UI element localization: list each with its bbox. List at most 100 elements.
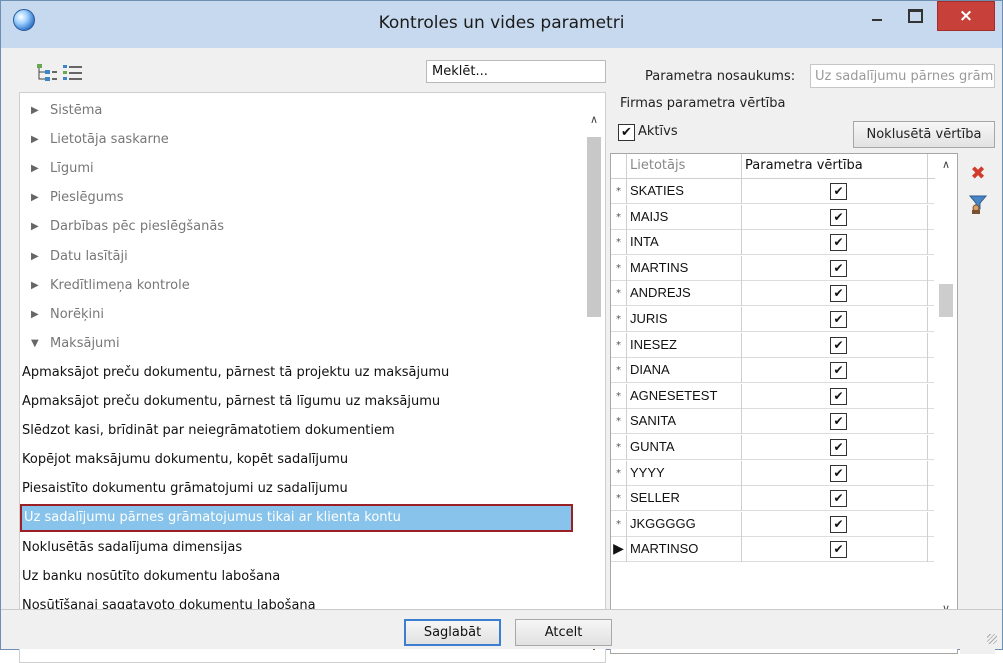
new-row-marker-icon[interactable]: * xyxy=(611,255,627,281)
new-row-marker-icon[interactable]: * xyxy=(611,511,627,537)
grid-cell-user[interactable]: JURIS xyxy=(628,307,742,332)
value-checkbox[interactable]: ✔ xyxy=(830,183,847,200)
list-view-icon[interactable] xyxy=(61,62,85,84)
scroll-thumb[interactable] xyxy=(587,137,601,317)
collapsed-arrow-icon[interactable]: ▶ xyxy=(31,155,39,183)
tree-vertical-scrollbar[interactable]: ∧ ∨ xyxy=(583,93,605,662)
active-checkbox[interactable]: ✔ xyxy=(618,124,635,141)
grid-cell-user[interactable]: MARTINSO xyxy=(628,537,742,563)
grid-cell-value[interactable]: ✔ xyxy=(743,179,928,204)
new-row-marker-icon[interactable]: * xyxy=(611,281,627,307)
new-row-marker-icon[interactable]: * xyxy=(611,332,627,358)
collapsed-arrow-icon[interactable]: ▶ xyxy=(31,272,39,300)
close-button[interactable]: × xyxy=(937,1,995,31)
value-checkbox[interactable]: ✔ xyxy=(830,413,847,431)
new-row-marker-icon[interactable]: * xyxy=(611,358,627,384)
grid-cell-user[interactable]: GUNTA xyxy=(628,435,742,460)
value-checkbox[interactable]: ✔ xyxy=(830,259,847,277)
maximize-button[interactable] xyxy=(899,1,929,31)
grid-cell-value[interactable]: ✔ xyxy=(743,409,928,435)
tree-group-item[interactable]: ▶ Kredītlimeņa kontrole xyxy=(20,272,575,300)
value-checkbox[interactable]: ✔ xyxy=(830,464,847,482)
grid-cell-user[interactable]: SELLER xyxy=(628,486,742,512)
value-checkbox[interactable]: ✔ xyxy=(830,234,847,252)
value-checkbox[interactable]: ✔ xyxy=(830,311,847,328)
grid-scroll-thumb[interactable] xyxy=(939,284,953,317)
save-button[interactable]: Saglabāt xyxy=(404,619,501,646)
new-row-marker-icon[interactable]: * xyxy=(611,435,627,460)
grid-cell-value[interactable]: ✔ xyxy=(743,486,928,512)
grid-cell-user[interactable]: YYYY xyxy=(628,460,742,486)
collapsed-arrow-icon[interactable]: ▶ xyxy=(31,184,39,212)
tree-leaf-item[interactable]: Piesaistīto dokumentu grāmatojumi uz sad… xyxy=(20,475,575,503)
grid-cell-value[interactable]: ✔ xyxy=(743,204,928,230)
value-checkbox[interactable]: ✔ xyxy=(830,515,847,533)
tree-group-item[interactable]: ▶ Lietotāja saskarne xyxy=(20,126,575,154)
value-checkbox[interactable]: ✔ xyxy=(830,387,847,405)
scroll-up-icon[interactable]: ∧ xyxy=(583,113,605,131)
grid-row[interactable]: * JKGGGGG ✔ xyxy=(611,511,934,537)
grid-vertical-scrollbar[interactable]: ∧ ∨ xyxy=(935,154,957,625)
grid-cell-value[interactable]: ✔ xyxy=(743,332,928,358)
tree-leaf-item[interactable]: Apmaksājot preču dokumentu, pārnest tā l… xyxy=(20,388,575,416)
grid-row[interactable]: * INESEZ ✔ xyxy=(611,332,934,358)
grid-cell-user[interactable]: SANITA xyxy=(628,409,742,435)
value-checkbox[interactable]: ✔ xyxy=(830,439,847,456)
grid-cell-value[interactable]: ✔ xyxy=(743,307,928,332)
grid-cell-user[interactable]: DIANA xyxy=(628,358,742,384)
grid-scroll-up-icon[interactable]: ∧ xyxy=(935,158,957,171)
grid-row[interactable]: * MAIJS ✔ xyxy=(611,204,934,230)
tree-leaf-item[interactable]: Kopējot maksājumu dokumentu, kopēt sadal… xyxy=(20,446,575,474)
new-row-marker-icon[interactable]: * xyxy=(611,204,627,230)
grid-row[interactable]: * SELLER ✔ xyxy=(611,486,934,512)
grid-row[interactable]: * JURIS ✔ xyxy=(611,307,934,332)
grid-cell-user[interactable]: INTA xyxy=(628,230,742,256)
expanded-arrow-icon[interactable]: ▼ xyxy=(31,330,39,358)
value-checkbox[interactable]: ✔ xyxy=(830,285,847,303)
tree-group-item[interactable]: ▶ Darbības pēc pieslēgšanās xyxy=(20,213,575,241)
tree-group-item[interactable]: ▶ Norēķini xyxy=(20,301,575,329)
collapsed-arrow-icon[interactable]: ▶ xyxy=(31,97,39,125)
grid-cell-user[interactable]: MARTINS xyxy=(628,255,742,281)
tree-leaf-item[interactable]: Uz banku nosūtīto dokumentu labošana xyxy=(20,563,575,591)
grid-cell-user[interactable]: ANDREJS xyxy=(628,281,742,307)
collapsed-arrow-icon[interactable]: ▶ xyxy=(31,126,39,154)
value-checkbox[interactable]: ✔ xyxy=(830,362,847,380)
new-row-marker-icon[interactable]: * xyxy=(611,460,627,486)
grid-cell-value[interactable]: ✔ xyxy=(743,460,928,486)
tree-leaf-item[interactable]: Noklusētās sadalījuma dimensijas xyxy=(20,534,575,562)
grid-cell-value[interactable]: ✔ xyxy=(743,281,928,307)
resize-grip[interactable] xyxy=(987,634,997,644)
grid-cell-user[interactable]: AGNESETEST xyxy=(628,383,742,409)
column-header-value[interactable]: Parametra vērtība xyxy=(743,154,928,179)
grid-row[interactable]: * SKATIES ✔ xyxy=(611,179,934,204)
tree-group-item[interactable]: ▶ Pieslēgums xyxy=(20,184,575,212)
grid-row[interactable]: * SANITA ✔ xyxy=(611,409,934,435)
grid-cell-value[interactable]: ✔ xyxy=(743,435,928,460)
tree-leaf-item[interactable]: Uz sadalījumu pārnes grāmatojumus tikai … xyxy=(20,504,573,533)
new-row-marker-icon[interactable]: * xyxy=(611,486,627,512)
grid-cell-user[interactable]: JKGGGGG xyxy=(628,511,742,537)
collapsed-arrow-icon[interactable]: ▶ xyxy=(31,243,39,271)
grid-row[interactable]: ▶ MARTINSO ✔ xyxy=(611,537,934,563)
current-row-indicator-icon[interactable]: ▶ xyxy=(611,537,627,563)
grid-cell-value[interactable]: ✔ xyxy=(743,230,928,256)
grid-cell-value[interactable]: ✔ xyxy=(743,255,928,281)
grid-cell-value[interactable]: ✔ xyxy=(743,383,928,409)
tree-group-item[interactable]: ▶ Datu lasītāji xyxy=(20,243,575,271)
grid-row[interactable]: * GUNTA ✔ xyxy=(611,435,934,460)
param-name-field[interactable]: Uz sadalījumu pārnes grāmatojumus tikai … xyxy=(810,64,995,88)
new-row-marker-icon[interactable]: * xyxy=(611,383,627,409)
column-header-user[interactable]: Lietotājs xyxy=(628,154,742,179)
grid-cell-value[interactable]: ✔ xyxy=(743,511,928,537)
delete-x-icon[interactable]: ✖ xyxy=(967,163,989,185)
grid-row[interactable]: * MARTINS ✔ xyxy=(611,255,934,281)
cancel-button[interactable]: Atcelt xyxy=(515,619,612,646)
grid-cell-user[interactable]: INESEZ xyxy=(628,332,742,358)
grid-row[interactable]: * INTA ✔ xyxy=(611,230,934,256)
grid-row[interactable]: * YYYY ✔ xyxy=(611,460,934,486)
collapsed-arrow-icon[interactable]: ▶ xyxy=(31,213,39,241)
grid-row[interactable]: * ANDREJS ✔ xyxy=(611,281,934,307)
grid-row[interactable]: * AGNESETEST ✔ xyxy=(611,383,934,409)
filter-user-icon[interactable] xyxy=(967,193,989,215)
